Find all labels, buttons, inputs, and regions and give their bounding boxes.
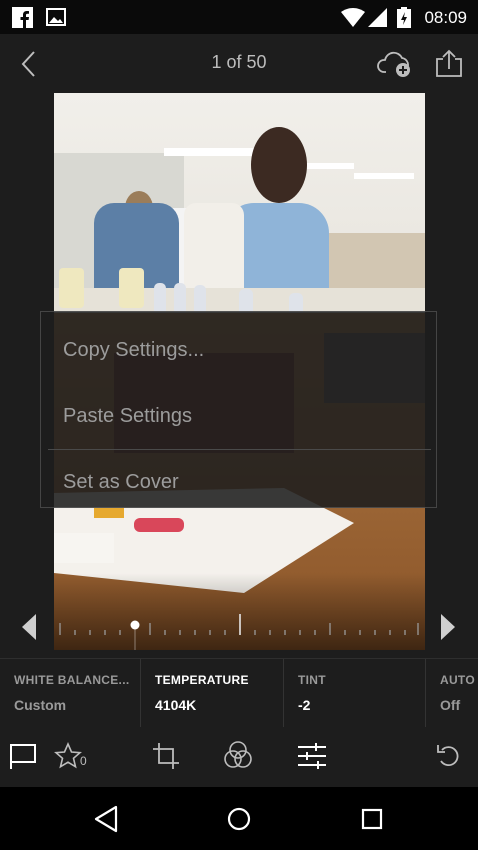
- menu-divider: [48, 449, 431, 450]
- temperature-slider[interactable]: [54, 606, 425, 650]
- context-menu: Copy Settings... Paste Settings Set as C…: [40, 311, 437, 508]
- flag-icon[interactable]: [8, 743, 38, 769]
- white-balance-label: WHITE BALANCE...: [14, 673, 130, 687]
- presets-icon[interactable]: [223, 740, 253, 770]
- gallery-icon: [46, 8, 66, 26]
- tint-label: TINT: [298, 673, 326, 687]
- status-time: 08:09: [424, 8, 467, 27]
- next-arrow-icon[interactable]: [441, 614, 455, 640]
- adjust-icon[interactable]: [297, 742, 327, 770]
- cloud-add-icon[interactable]: [377, 50, 413, 78]
- temperature-control[interactable]: TEMPERATURE 4104K: [141, 659, 284, 727]
- undo-icon[interactable]: [436, 742, 462, 768]
- signal-icon: [368, 8, 387, 27]
- temperature-label: TEMPERATURE: [155, 673, 249, 687]
- wifi-icon: [341, 8, 365, 27]
- app-bar: 1 of 50: [0, 34, 478, 92]
- paste-settings-item[interactable]: Paste Settings: [63, 405, 192, 428]
- rating-count: 0: [80, 754, 87, 768]
- copy-settings-item[interactable]: Copy Settings...: [63, 339, 204, 362]
- white-balance-panel: WHITE BALANCE... Custom TEMPERATURE 4104…: [0, 658, 478, 728]
- bottom-toolbar: 0: [0, 727, 478, 785]
- tint-control[interactable]: TINT -2: [284, 659, 426, 727]
- white-balance-value: Custom: [14, 697, 67, 713]
- back-triangle-icon[interactable]: [94, 805, 118, 833]
- home-circle-icon[interactable]: [227, 807, 251, 831]
- crop-icon[interactable]: [151, 741, 181, 771]
- set-as-cover-item[interactable]: Set as Cover: [63, 471, 179, 494]
- recents-square-icon[interactable]: [361, 808, 383, 830]
- share-icon[interactable]: [435, 49, 463, 77]
- prev-arrow-icon[interactable]: [22, 614, 36, 640]
- status-bar: 08:09: [0, 0, 478, 34]
- auto-tone-label: AUTO T: [440, 673, 478, 687]
- facebook-icon: [12, 7, 33, 28]
- tint-value: -2: [298, 697, 311, 713]
- battery-icon: [397, 7, 411, 28]
- star-icon[interactable]: [54, 742, 82, 770]
- navigation-bar: [0, 787, 478, 850]
- auto-tone-control[interactable]: AUTO T Off: [426, 659, 478, 727]
- temperature-value: 4104K: [155, 697, 197, 713]
- auto-tone-value: Off: [440, 697, 461, 713]
- white-balance-mode[interactable]: WHITE BALANCE... Custom: [0, 659, 141, 727]
